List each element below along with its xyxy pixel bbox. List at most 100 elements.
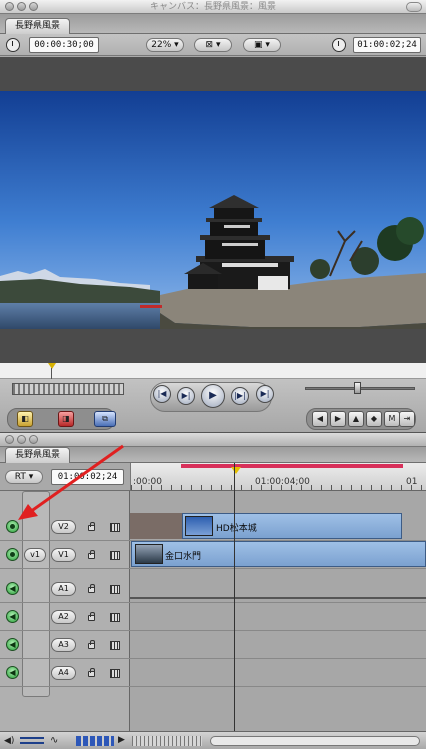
canvas-transport-bar: |◀ ▶| ▶ |▶| ▶| ◧ ◨ ⧉ ◀ ▶ ▲ ◆ M ⇥: [0, 379, 426, 433]
matsumoto-castle-image: [0, 91, 426, 329]
track-size-selector[interactable]: [76, 736, 114, 746]
clip-overlays-icon[interactable]: ∿: [50, 735, 58, 746]
lock-icon[interactable]: [88, 584, 95, 593]
canvas-controls-bar: 00:00:30;00 22% ▾ ⊠ ▾ ▣ ▾ 01:00:02;24: [0, 34, 426, 56]
zoom-slider[interactable]: [132, 736, 202, 746]
source-patch-v1[interactable]: v1: [24, 548, 46, 562]
clip-thumbnail: [185, 516, 213, 536]
clip-thumbnail: [135, 544, 163, 564]
track-row-a3: ◀ A3: [0, 631, 426, 659]
track-label-a4[interactable]: A4: [51, 666, 76, 680]
zoom-menu[interactable]: 22% ▾: [146, 38, 184, 52]
zoom-value: 22%: [151, 40, 172, 50]
auto-select-icon[interactable]: [110, 585, 120, 594]
close-window-icon[interactable]: [5, 435, 14, 444]
ruler-ticks: [131, 485, 426, 490]
add-keyframe-button[interactable]: ◆: [366, 411, 382, 427]
timeline-playhead-icon[interactable]: [231, 467, 241, 474]
track-label-a1[interactable]: A1: [51, 582, 76, 596]
track-row-a1: ◀ A1: [0, 575, 426, 603]
add-marker-button[interactable]: ▲: [348, 411, 364, 427]
current-timecode[interactable]: 01:00:02;24: [353, 37, 421, 53]
view-options-menu[interactable]: ⊠ ▾: [194, 38, 232, 52]
canvas-window: キャンバス：長野県風景：風景 長野県風景 00:00:30;00 22% ▾ ⊠…: [0, 0, 426, 433]
track-label-a2[interactable]: A2: [51, 610, 76, 624]
view-mode-icon: ⊠: [205, 40, 214, 50]
timeline-ruler[interactable]: :00:00 01:00:04;00 01: [130, 463, 426, 491]
auto-select-icon[interactable]: [110, 641, 120, 650]
canvas-tabbar: 長野県風景: [0, 14, 426, 34]
lock-icon[interactable]: [88, 522, 95, 531]
canvas-titlebar[interactable]: キャンバス：長野県風景：風景: [0, 0, 426, 14]
chevron-down-icon: ▾: [213, 40, 221, 50]
shuttle-control[interactable]: [12, 383, 124, 395]
track-row-v1: v1 V1 金口水門: [0, 541, 426, 569]
playhead-marker-icon[interactable]: [48, 363, 56, 369]
canvas-tab[interactable]: 長野県風景: [5, 18, 71, 34]
duration-timecode[interactable]: 00:00:30;00: [29, 37, 99, 53]
auto-select-icon[interactable]: [110, 613, 120, 622]
speaker-icon[interactable]: ◀: [6, 610, 19, 623]
mark-in-button[interactable]: ◧: [17, 411, 33, 427]
go-to-next-edit-button[interactable]: ▶|: [256, 385, 274, 403]
lock-icon[interactable]: [88, 550, 95, 559]
jog-handle[interactable]: [354, 382, 361, 394]
track-visibility-toggle-v2[interactable]: [6, 520, 19, 533]
speaker-icon[interactable]: ◀: [6, 638, 19, 651]
zoom-window-icon[interactable]: [29, 435, 38, 444]
playhead-line: [51, 368, 52, 379]
chevron-down-icon: ▾: [25, 472, 34, 482]
auto-select-icon[interactable]: [110, 551, 120, 560]
lock-icon[interactable]: [88, 612, 95, 621]
lock-icon[interactable]: [88, 640, 95, 649]
horizontal-scrollbar[interactable]: [210, 736, 420, 746]
track-label-v1[interactable]: V1: [51, 548, 76, 562]
scroll-left-icon[interactable]: ▶: [118, 735, 125, 745]
timeline-current-timecode[interactable]: 01:00:02;24: [51, 469, 124, 485]
timeline-tabbar: 長野県風景: [0, 447, 426, 463]
export-frame-button[interactable]: ⇥: [399, 411, 415, 427]
track-label-a3[interactable]: A3: [51, 638, 76, 652]
rt-menu[interactable]: RT ▾: [5, 470, 43, 484]
canvas-scrubber-bar[interactable]: [0, 363, 426, 379]
canvas-window-title: キャンバス：長野県風景：風景: [149, 2, 276, 12]
track-height-icon[interactable]: [20, 737, 44, 744]
timeline-playhead-line: [234, 463, 235, 731]
audio-controls-icon[interactable]: ◀): [4, 736, 14, 746]
match-frame-button[interactable]: ⧉: [94, 411, 116, 427]
track-row-a2: ◀ A2: [0, 603, 426, 631]
next-marker-button[interactable]: ▶: [330, 411, 346, 427]
clip-hd-matsumoto[interactable]: HD松本城: [182, 513, 402, 539]
overlay-options-menu[interactable]: ▣ ▾: [243, 38, 281, 52]
clip-name: HD松本城: [216, 524, 257, 534]
timeline-window: 長野県風景 RT ▾ 01:00:02;24 :00:00 01:00:04;0…: [0, 433, 426, 749]
speaker-icon[interactable]: ◀: [6, 666, 19, 679]
speaker-icon[interactable]: ◀: [6, 582, 19, 595]
track-label-v2[interactable]: V2: [51, 520, 76, 534]
track-row-v2: V2 HD松本城: [0, 513, 426, 541]
in-out-range-bar: [181, 464, 403, 468]
play-button[interactable]: ▶: [201, 384, 225, 408]
lock-icon[interactable]: [88, 668, 95, 677]
clip-name: 金口水門: [165, 552, 202, 562]
rt-label: RT: [14, 472, 26, 482]
mark-out-button[interactable]: ◨: [58, 411, 74, 427]
track-visibility-toggle-v1[interactable]: [6, 548, 19, 561]
toolbar-toggle-icon[interactable]: [406, 2, 422, 12]
marker-icon-button[interactable]: M: [384, 411, 400, 427]
go-to-previous-edit-button[interactable]: |◀: [153, 385, 171, 403]
timeline-titlebar[interactable]: [0, 433, 426, 447]
frame-overlay-icon: ▣: [254, 40, 263, 50]
timeline-tab[interactable]: 長野県風景: [5, 447, 71, 463]
canvas-video-frame[interactable]: [0, 91, 426, 329]
clip-kanaguchi-suimon[interactable]: 金口水門: [131, 541, 426, 567]
minimize-window-icon[interactable]: [17, 435, 26, 444]
auto-select-icon[interactable]: [110, 669, 120, 678]
current-time-clock-icon: [332, 38, 346, 52]
play-around-current-button[interactable]: |▶|: [231, 387, 249, 405]
auto-select-icon[interactable]: [110, 523, 120, 532]
track-row-a4: ◀ A4: [0, 659, 426, 687]
play-in-to-out-button[interactable]: ▶|: [177, 387, 195, 405]
chevron-down-icon: ▾: [262, 40, 270, 50]
prev-marker-button[interactable]: ◀: [312, 411, 328, 427]
